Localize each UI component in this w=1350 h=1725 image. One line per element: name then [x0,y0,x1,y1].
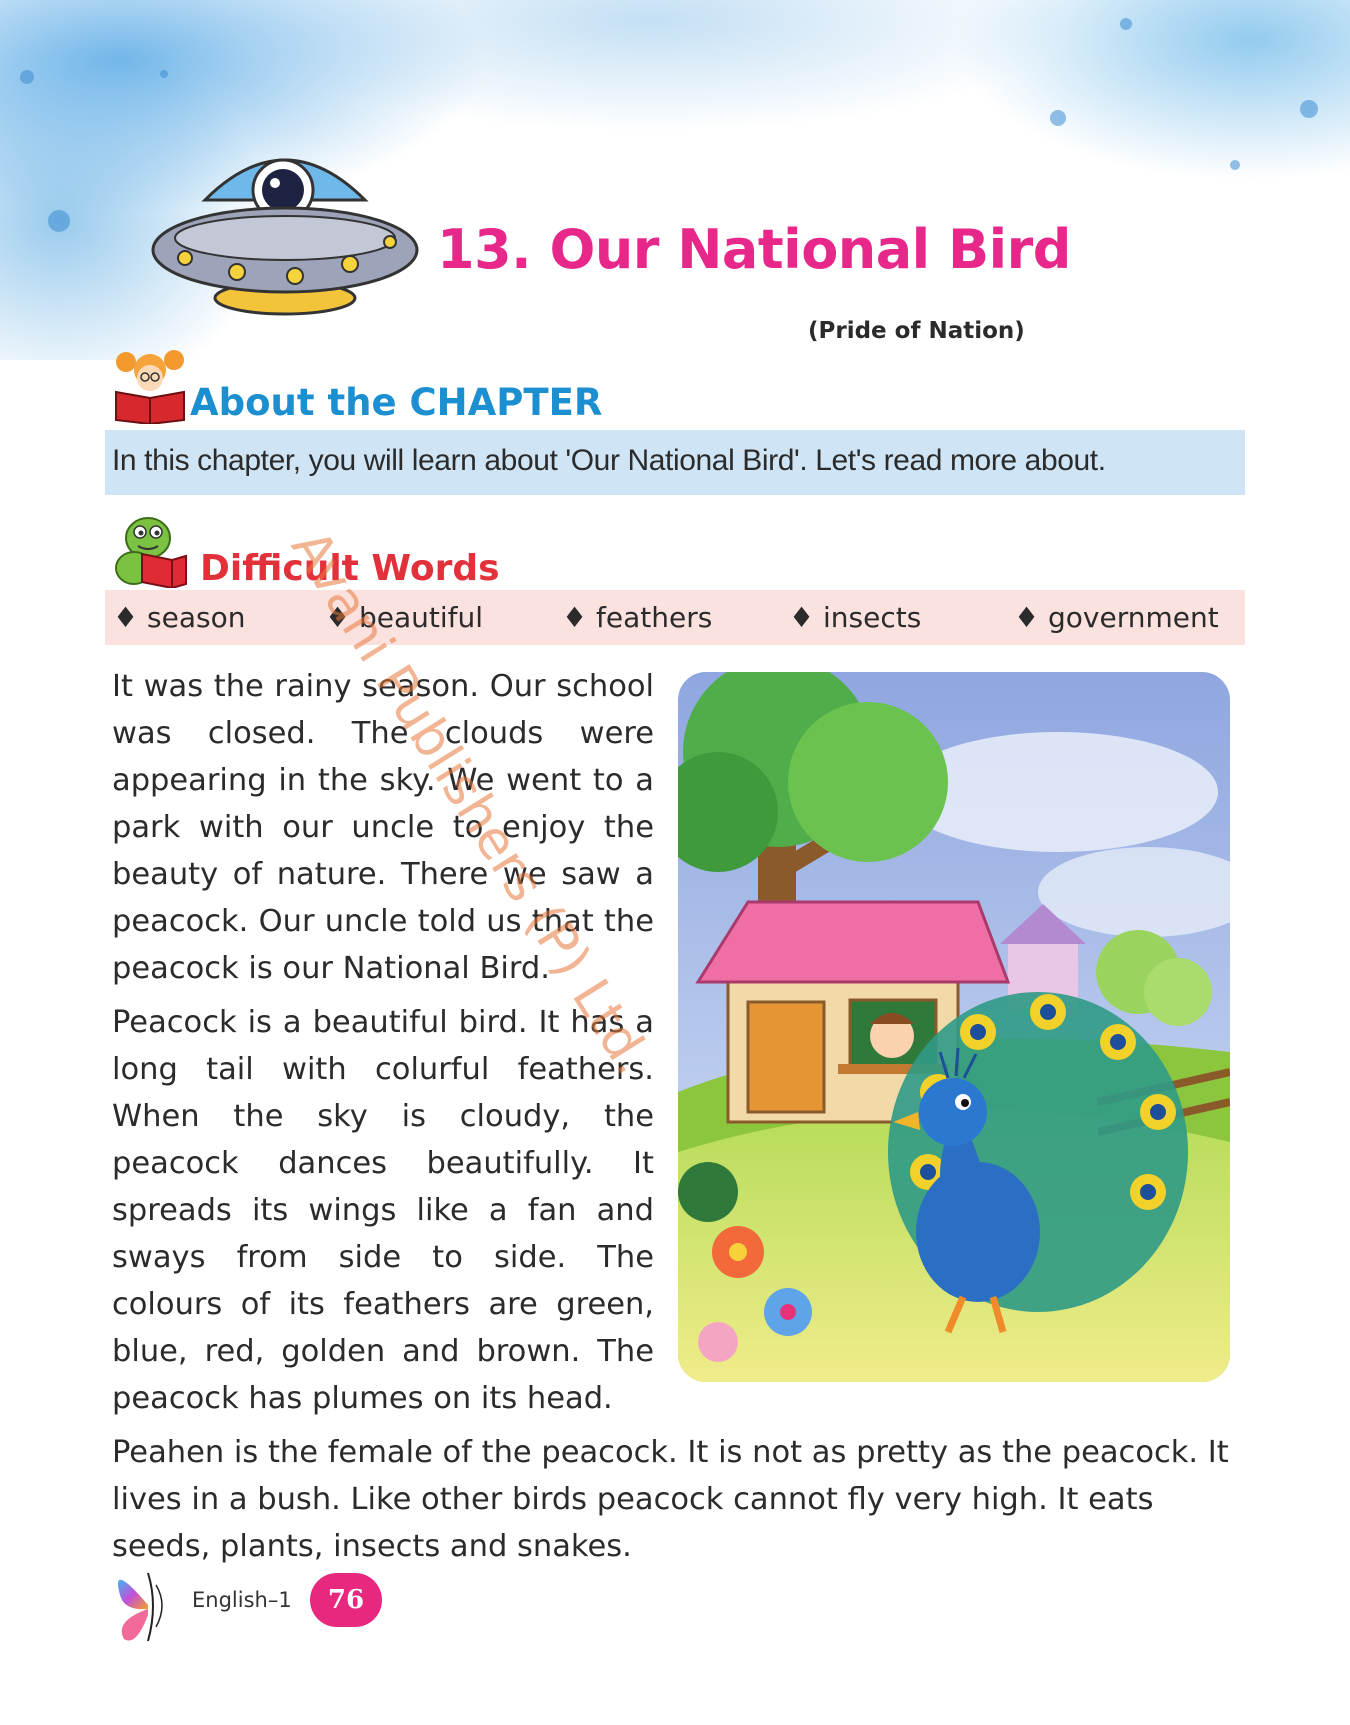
paint-splatter [1230,160,1240,170]
paint-splatter [48,210,70,232]
story-paragraph-2: Peacock is a beautiful bird. It has a lo… [112,1005,654,1416]
ufo-astronaut-illustration [151,158,419,316]
reading-dino-icon [115,517,187,588]
difficult-word: ♦ feathers [562,601,713,634]
paint-splatter [1300,100,1318,118]
difficult-word: ♦ government [1014,601,1219,634]
bullet-diamond-icon: ♦ [562,601,588,634]
paint-splatter [20,70,34,84]
about-text: In this chapter, you will learn about 'O… [112,444,1106,477]
story-paragraph-3: Peahen is the female of the peacock. It … [112,1435,1229,1564]
difficult-word: ♦ insects [789,601,922,634]
reading-girl-icon [115,350,185,424]
bullet-diamond-icon: ♦ [1014,601,1040,634]
paint-splatter [1050,110,1066,126]
book-name: English–1 [192,1588,292,1612]
bullet-diamond-icon: ♦ [113,601,139,634]
paint-splatter [160,70,168,78]
difficult-word: ♦ season [113,601,246,634]
bullet-diamond-icon: ♦ [789,601,815,634]
butterfly-logo-icon [117,1572,163,1642]
peacock-house-illustration [678,672,1230,1382]
paint-splatter [1120,18,1132,30]
chapter-title: 13. Our National Bird [437,218,1071,281]
chapter-subtitle: (Pride of Nation) [808,318,1025,344]
page-number-badge: 76 [310,1573,382,1627]
about-heading: About the CHAPTER [190,381,603,424]
